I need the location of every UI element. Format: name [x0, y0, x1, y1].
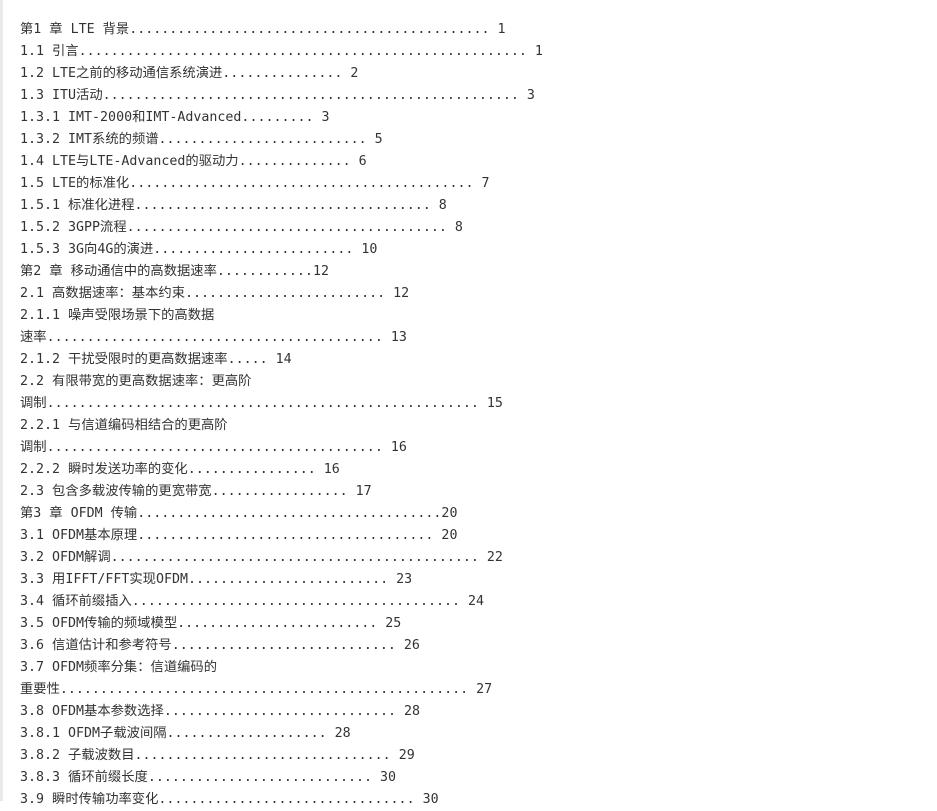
toc-line: 2.1.2 干扰受限时的更高数据速率..... 14	[20, 352, 292, 367]
toc-line: 1.5.2 3GPP流程............................…	[20, 220, 463, 235]
toc-line: 3.2 OFDM解调..............................…	[20, 550, 503, 565]
toc-line: 3.5 OFDM传输的频域模型.........................…	[20, 616, 402, 631]
toc-line: 速率......................................…	[20, 330, 407, 345]
toc-line: 2.2.2 瞬时发送功率的变化................ 16	[20, 462, 340, 477]
toc-line: 3.6 信道估计和参考符号...........................…	[20, 638, 420, 653]
toc-line: 2.3 包含多载波传输的更宽带宽................. 17	[20, 484, 372, 499]
toc-line: 1.3.1 IMT-2000和IMT-Advanced......... 3	[20, 110, 330, 125]
toc-line: 1.3 ITU活动...............................…	[20, 88, 535, 103]
toc-line: 1.5 LTE的标准化.............................…	[20, 176, 490, 191]
toc-line: 2.2 有限带宽的更高数据速率：更高阶	[20, 374, 252, 389]
toc-line: 第2 章 移动通信中的高数据速率............12	[20, 264, 329, 279]
toc-line: 2.1.1 噪声受限场景下的高数据	[20, 308, 215, 323]
toc-line: 3.1 OFDM基本原理............................…	[20, 528, 458, 543]
toc-line: 调制......................................…	[20, 396, 503, 411]
toc-line: 2.1 高数据速率：基本约束......................... …	[20, 286, 410, 301]
toc-line: 3.8.1 OFDM子载波间隔.................... 28	[20, 726, 351, 741]
table-of-contents: 第1 章 LTE 背景.............................…	[20, 19, 930, 811]
toc-line: 1.5.1 标准化进程.............................…	[20, 198, 447, 213]
toc-line: 3.4 循环前缀插入..............................…	[20, 594, 485, 609]
toc-line: 3.3 用IFFT/FFT实现OFDM.....................…	[20, 572, 413, 587]
toc-line: 1.2 LTE之前的移动通信系统演进............... 2	[20, 66, 359, 81]
left-rail	[0, 0, 3, 801]
toc-line: 第3 章 OFDM 传输............................…	[20, 506, 458, 521]
toc-line: 1.4 LTE与LTE-Advanced的驱动力.............. 6	[20, 154, 367, 169]
toc-line: 1.3.2 IMT系统的频谱..........................…	[20, 132, 383, 147]
toc-line: 调制......................................…	[20, 440, 407, 455]
toc-line: 3.8.2 子载波数目.............................…	[20, 748, 415, 763]
toc-line: 2.2.1 与信道编码相结合的更高阶	[20, 418, 228, 433]
toc-line: 1.5.3 3G向4G的演进......................... …	[20, 242, 378, 257]
toc-line: 1.1 引言..................................…	[20, 44, 543, 59]
toc-line: 第1 章 LTE 背景.............................…	[20, 22, 506, 37]
toc-line: 3.7 OFDM频率分集：信道编码的	[20, 660, 218, 675]
toc-line: 3.9 瞬时传输功率变化............................…	[20, 792, 439, 807]
toc-line: 重要性.....................................…	[20, 682, 493, 697]
toc-line: 3.8 OFDM基本参数选择..........................…	[20, 704, 420, 719]
toc-line: 3.8.3 循环前缀长度............................…	[20, 770, 396, 785]
